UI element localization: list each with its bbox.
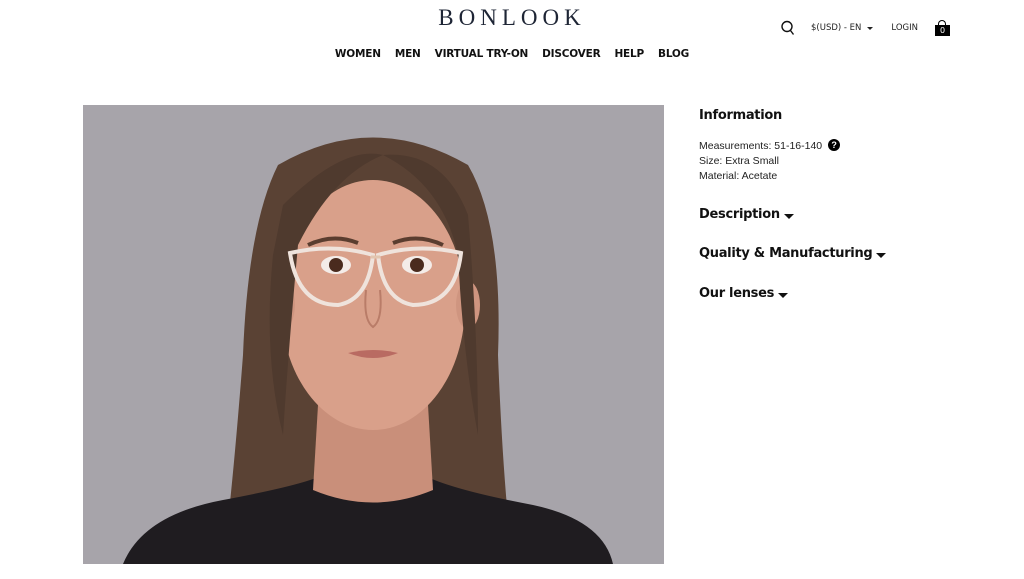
accordion-label: Our lenses (699, 286, 775, 301)
nav-men[interactable]: MEN (395, 48, 421, 60)
product-info-panel: Information Measurements: 51-16-140? Siz… (699, 108, 999, 301)
chevron-down-icon (867, 26, 874, 30)
accordion-label: Description (699, 207, 780, 222)
currency-label: $(USD) - EN (811, 23, 862, 33)
help-question-icon[interactable]: ? (828, 139, 841, 151)
nav-virtual-try-on[interactable]: VIRTUAL TRY-ON (435, 48, 529, 60)
material-text: Material: Acetate (699, 170, 778, 182)
nav-help[interactable]: HELP (614, 48, 644, 60)
main-nav: WOMEN MEN VIRTUAL TRY-ON DISCOVER HELP B… (0, 48, 1024, 60)
accordion-label: Quality & Manufacturing (699, 246, 873, 261)
nav-blog[interactable]: BLOG (658, 48, 689, 60)
accordion-quality-manufacturing[interactable]: Quality & Manufacturing (699, 246, 887, 261)
currency-language-selector[interactable]: $(USD) - EN (811, 23, 874, 33)
caret-down-icon (778, 292, 789, 298)
header-utilities: $(USD) - EN LOGIN 0 (780, 18, 950, 38)
caret-down-icon (783, 213, 794, 219)
cart-button[interactable]: 0 (934, 20, 950, 36)
measurements-text: Measurements: 51-16-140 (699, 140, 823, 152)
size-text: Size: Extra Small (699, 155, 779, 167)
cart-count: 0 (934, 25, 950, 36)
accordion-description[interactable]: Description (699, 207, 794, 222)
information-heading: Information (699, 108, 782, 123)
nav-discover[interactable]: DISCOVER (542, 48, 601, 60)
login-link[interactable]: LOGIN (891, 23, 918, 33)
product-photo[interactable] (83, 105, 664, 564)
search-icon[interactable] (780, 20, 796, 36)
product-specs: Measurements: 51-16-140? Size: Extra Sma… (699, 139, 999, 184)
caret-down-icon (876, 252, 887, 258)
accordion-our-lenses[interactable]: Our lenses (699, 286, 789, 301)
measurements-row: Measurements: 51-16-140? (699, 139, 999, 154)
nav-women[interactable]: WOMEN (335, 48, 381, 60)
model-illustration (83, 105, 664, 564)
